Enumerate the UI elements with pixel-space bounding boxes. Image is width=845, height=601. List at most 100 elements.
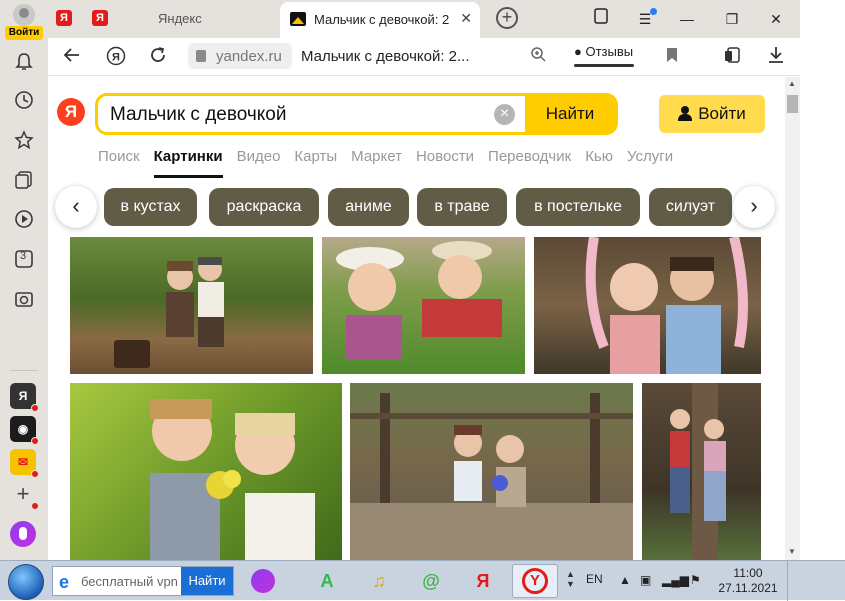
yandex-icon: Я bbox=[476, 570, 490, 591]
browser-sidebar: Войти 3 Я ◉ ✉ + bbox=[0, 0, 48, 560]
tab-close-icon[interactable]: ✕ bbox=[460, 10, 472, 27]
service-tab-q[interactable]: Кью bbox=[585, 148, 613, 165]
taskbar-search-button[interactable]: Найти bbox=[181, 567, 233, 595]
sidebar-add-app[interactable]: + bbox=[10, 481, 39, 510]
service-tab-news[interactable]: Новости bbox=[416, 148, 474, 165]
start-button[interactable] bbox=[8, 564, 44, 600]
tab-active-images[interactable]: Мальчик с девочкой: 2 ✕ bbox=[280, 2, 480, 38]
taskbar-search-input[interactable]: бесплатный vpn bbox=[81, 574, 178, 589]
service-tab-images[interactable]: Картинки bbox=[153, 148, 223, 178]
sidebar-app-camera[interactable]: ◉ bbox=[10, 416, 39, 445]
mail-agent-icon: @ bbox=[422, 570, 440, 591]
taskbar-app-yandex-browser[interactable]: Y bbox=[512, 564, 558, 598]
service-tab-market[interactable]: Маркет bbox=[351, 148, 402, 165]
search-results-page: Я Мальчик с девочкой × Найти Войти Поиск… bbox=[48, 77, 785, 560]
address-bar: Я yandex.ru Мальчик с девочкой: 2... ● О… bbox=[48, 38, 800, 76]
sidebar-app-yandex[interactable]: Я bbox=[10, 383, 39, 412]
service-tab-search[interactable]: Поиск bbox=[98, 148, 140, 165]
system-clock[interactable]: 11:00 27.11.2021 bbox=[718, 566, 778, 596]
page-title[interactable]: Мальчик с девочкой: 2... bbox=[301, 48, 470, 65]
screenshot-camera-icon[interactable] bbox=[8, 283, 40, 315]
chip-in-grass[interactable]: в траве bbox=[417, 188, 507, 226]
tab-yandex[interactable]: Яндекс bbox=[148, 0, 278, 38]
chip-coloring[interactable]: раскраска bbox=[209, 188, 319, 226]
back-arrow-icon[interactable] bbox=[60, 46, 84, 70]
avatar-icon bbox=[13, 4, 35, 26]
login-button[interactable]: Войти bbox=[659, 95, 765, 133]
action-center-flag-icon[interactable]: ⚑ bbox=[690, 573, 701, 587]
image-result-1[interactable] bbox=[70, 237, 313, 374]
scrollbar-thumb[interactable] bbox=[787, 95, 798, 113]
show-desktop-button[interactable] bbox=[787, 561, 797, 601]
new-tab-button[interactable]: + bbox=[496, 7, 518, 29]
image-result-3[interactable] bbox=[534, 237, 761, 374]
bell-icon[interactable] bbox=[8, 46, 40, 78]
chips-next-button[interactable]: › bbox=[733, 186, 775, 228]
service-tab-services[interactable]: Услуги bbox=[627, 148, 673, 165]
tab-title: Мальчик с девочкой: 2 bbox=[314, 12, 449, 27]
maximize-button[interactable]: ❐ bbox=[721, 8, 743, 30]
bookmark-icon[interactable] bbox=[660, 46, 684, 70]
alice-assistant-icon[interactable] bbox=[10, 521, 36, 547]
yandex-home-icon[interactable]: Я bbox=[104, 46, 128, 70]
chip-in-bed[interactable]: в постельке bbox=[516, 188, 640, 226]
search-submit-button[interactable]: Найти bbox=[525, 96, 615, 132]
sidebar-app-mail[interactable]: ✉ bbox=[10, 449, 39, 478]
image-result-6[interactable] bbox=[642, 383, 761, 560]
history-clock-icon[interactable] bbox=[8, 84, 40, 116]
window-close-button[interactable]: ✕ bbox=[765, 8, 787, 30]
taskbar-app-yandex[interactable]: Я bbox=[460, 564, 506, 598]
yandex-logo[interactable]: Я bbox=[57, 98, 85, 126]
network-signal-icon[interactable]: ▂▄▆ bbox=[662, 573, 689, 587]
taskbar-app-alice[interactable] bbox=[240, 564, 286, 598]
counter-label: 3 bbox=[20, 250, 27, 262]
scroll-down-arrow-icon[interactable]: ▼ bbox=[788, 547, 796, 556]
photo-children-on-swing bbox=[585, 237, 748, 374]
search-input[interactable]: Мальчик с девочкой bbox=[110, 104, 287, 126]
service-tab-maps[interactable]: Карты bbox=[294, 148, 337, 165]
login-label: Войти bbox=[698, 104, 746, 123]
tray-device-icon[interactable]: ▣ bbox=[640, 573, 651, 587]
taskbar-scroll-arrows-icon[interactable]: ▲ ▼ bbox=[566, 569, 575, 589]
chat-bubble-icon: ● bbox=[574, 44, 582, 59]
tabs-panel-icon[interactable] bbox=[590, 8, 612, 30]
pinned-tab-yandex-icon[interactable]: Я bbox=[92, 10, 108, 26]
image-result-5[interactable] bbox=[350, 383, 633, 560]
images-favicon-icon bbox=[290, 12, 306, 26]
page-scrollbar[interactable]: ▲ ▼ bbox=[785, 77, 800, 560]
chips-prev-button[interactable]: ‹ bbox=[55, 186, 97, 228]
photo-children-on-bridge bbox=[350, 393, 633, 560]
image-result-4[interactable] bbox=[70, 383, 342, 560]
tray-expand-icon[interactable]: ▲ bbox=[619, 573, 631, 587]
feedback-button[interactable]: ● Отзывы bbox=[574, 44, 635, 67]
download-icon[interactable] bbox=[764, 46, 788, 70]
scroll-up-arrow-icon[interactable]: ▲ bbox=[788, 79, 796, 88]
minimize-button[interactable]: — bbox=[676, 8, 698, 30]
url-field[interactable]: yandex.ru bbox=[188, 43, 292, 69]
reader-mode-icon[interactable] bbox=[720, 46, 744, 70]
service-tab-video[interactable]: Видео bbox=[237, 148, 281, 165]
language-indicator[interactable]: EN bbox=[586, 572, 603, 586]
clear-search-icon[interactable]: × bbox=[494, 104, 515, 125]
chip-anime[interactable]: аниме bbox=[328, 188, 409, 226]
taskbar-app-mail-agent[interactable]: @ bbox=[408, 564, 454, 598]
pinned-tab-yandex-icon[interactable]: Я bbox=[56, 10, 72, 26]
zoom-icon[interactable] bbox=[526, 46, 550, 70]
clock-date: 27.11.2021 bbox=[718, 581, 778, 595]
photo-children-by-tree bbox=[670, 383, 726, 560]
reload-icon[interactable] bbox=[146, 46, 170, 70]
chip-silhouette[interactable]: силуэт bbox=[649, 188, 732, 226]
image-result-2[interactable] bbox=[322, 237, 525, 374]
music-icon: ♫ bbox=[372, 570, 386, 591]
counter-badge-icon[interactable]: 3 bbox=[8, 243, 40, 275]
taskbar-app-maps[interactable]: A bbox=[304, 564, 350, 598]
login-badge: Войти bbox=[5, 26, 43, 40]
video-play-icon[interactable] bbox=[8, 203, 40, 235]
profile-avatar[interactable]: Войти bbox=[4, 2, 44, 40]
svg-text:Я: Я bbox=[112, 52, 120, 64]
collections-icon[interactable] bbox=[8, 164, 40, 196]
service-tab-translate[interactable]: Переводчик bbox=[488, 148, 571, 165]
star-bookmarks-icon[interactable] bbox=[8, 124, 40, 156]
chip-in-bushes[interactable]: в кустах bbox=[104, 188, 197, 226]
taskbar-app-music[interactable]: ♫ bbox=[356, 564, 402, 598]
